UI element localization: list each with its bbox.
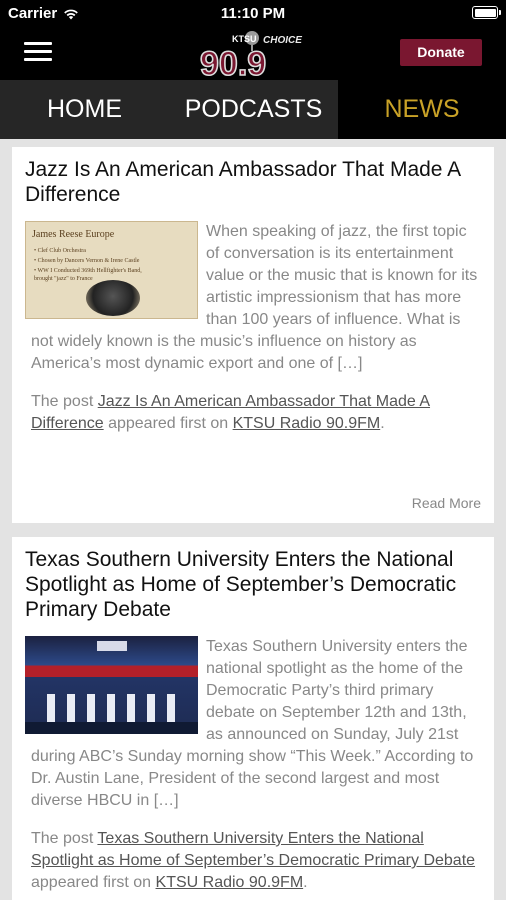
tab-news[interactable]: NEWS <box>338 80 506 139</box>
battery-icon <box>472 6 501 19</box>
tab-bar: HOME PODCASTS NEWS <box>0 80 506 139</box>
post-attribution-middle: appeared first on <box>103 415 233 432</box>
podium <box>127 694 135 724</box>
app-header: KTSU CHOICE 90.9 Donate <box>0 26 506 80</box>
hamburger-menu-icon[interactable] <box>24 41 52 63</box>
site-link[interactable]: KTSU Radio 90.9FM <box>233 415 381 432</box>
podium <box>87 694 95 724</box>
stage-floor <box>25 722 198 734</box>
podium <box>167 694 175 724</box>
post-attribution: The post Jazz Is An American Ambassador … <box>25 391 481 435</box>
article-excerpt-block: Texas Southern University enters the nat… <box>25 636 481 812</box>
post-link[interactable]: Texas Southern University Enters the Nat… <box>31 830 475 869</box>
podium <box>107 694 115 724</box>
read-more-link[interactable]: Read More <box>25 495 481 511</box>
site-link[interactable]: KTSU Radio 90.9FM <box>156 874 304 891</box>
status-time: 11:10 PM <box>220 5 286 22</box>
thumbnail-photo <box>86 280 140 316</box>
podium <box>147 694 155 724</box>
stage-banner <box>97 641 127 651</box>
tab-home[interactable]: HOME <box>0 80 169 139</box>
status-bar: Carrier 11:10 PM <box>0 0 506 26</box>
donate-button[interactable]: Donate <box>400 39 482 66</box>
article-thumbnail[interactable] <box>25 636 198 734</box>
post-attribution-suffix: . <box>303 874 308 891</box>
post-attribution-prefix: The post <box>31 830 98 847</box>
article-card[interactable]: Jazz Is An American Ambassador That Made… <box>12 147 494 523</box>
article-card[interactable]: Texas Southern University Enters the Nat… <box>12 537 494 900</box>
article-title[interactable]: Texas Southern University Enters the Nat… <box>25 547 481 622</box>
podium <box>47 694 55 724</box>
post-attribution-prefix: The post <box>31 393 98 410</box>
post-attribution-suffix: . <box>380 415 385 432</box>
thumbnail-line: brought "jazz" to France <box>34 276 93 282</box>
logo-choice-text: CHOICE <box>263 35 302 46</box>
logo-ktsu-text: KTSU <box>232 34 257 44</box>
post-attribution: The post Texas Southern University Enter… <box>25 828 481 894</box>
ktsu-logo: KTSU CHOICE 90.9 <box>199 31 302 79</box>
article-excerpt-block: James Reese Europe • Clef Club Orchestra… <box>25 221 481 375</box>
article-thumbnail[interactable]: James Reese Europe • Clef Club Orchestra… <box>25 221 198 319</box>
podium <box>67 694 75 724</box>
logo-frequency-text: 90.9 <box>200 45 266 79</box>
tab-podcasts[interactable]: PODCASTS <box>169 80 338 139</box>
post-attribution-middle: appeared first on <box>31 874 156 891</box>
news-feed[interactable]: Jazz Is An American Ambassador That Made… <box>0 139 506 900</box>
article-title[interactable]: Jazz Is An American Ambassador That Made… <box>25 157 481 207</box>
